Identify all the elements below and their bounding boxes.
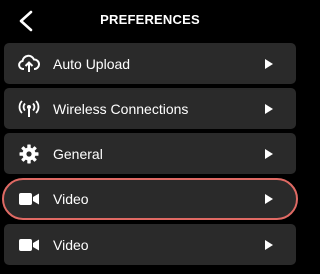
preferences-menu: Auto Upload Wireless Connections General… — [2, 43, 298, 269]
video-camera-icon — [18, 188, 40, 210]
chevron-right-icon — [264, 239, 274, 251]
menu-item-label: Video — [53, 191, 89, 207]
menu-item-auto-upload[interactable]: Auto Upload — [4, 43, 296, 84]
video-camera-icon — [18, 234, 40, 256]
menu-item-label: Auto Upload — [53, 55, 131, 72]
menu-item-label: General — [53, 145, 103, 162]
gear-icon — [18, 143, 40, 165]
menu-item-video[interactable]: Video — [4, 224, 296, 265]
wireless-signal-icon — [18, 98, 40, 120]
cloud-upload-icon — [18, 53, 40, 75]
menu-item-general[interactable]: General — [4, 133, 296, 174]
menu-item-video-highlighted[interactable]: Video — [2, 178, 298, 220]
menu-item-label: Wireless Connections — [53, 100, 189, 117]
chevron-right-icon — [264, 193, 274, 205]
header-bar: PREFERENCES — [0, 0, 300, 40]
menu-item-label: Video — [53, 236, 89, 253]
menu-item-wireless-connections[interactable]: Wireless Connections — [4, 88, 296, 129]
chevron-right-icon — [264, 58, 274, 70]
page-title: PREFERENCES — [100, 12, 200, 27]
chevron-right-icon — [264, 103, 274, 115]
chevron-right-icon — [264, 148, 274, 160]
